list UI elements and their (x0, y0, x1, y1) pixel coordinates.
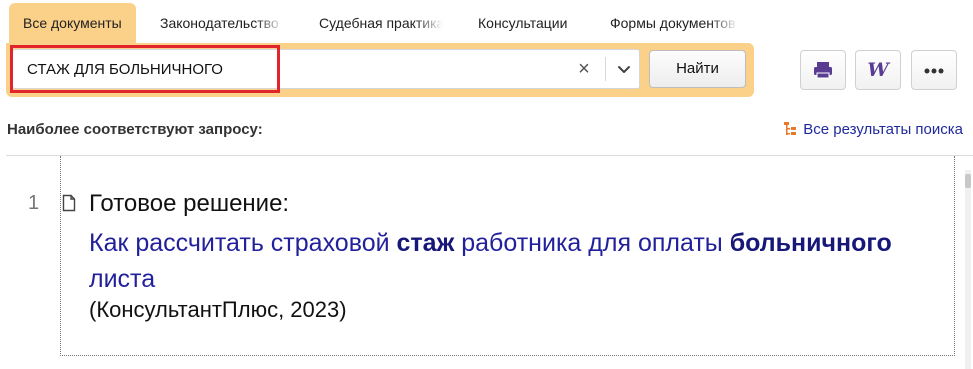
close-icon: × (578, 58, 590, 80)
more-button[interactable] (911, 50, 957, 90)
result-number: 1 (28, 192, 40, 214)
title-part-match: больничного (729, 229, 892, 257)
search-panel: × Найти (6, 43, 754, 97)
document-icon (62, 194, 76, 212)
clear-search-button[interactable]: × (573, 58, 595, 80)
tab-document-forms[interactable]: Формы документов (610, 3, 738, 43)
result-title-link[interactable]: Как рассчитать страховой стаж работника … (89, 225, 909, 297)
search-history-dropdown[interactable] (613, 58, 635, 80)
find-button[interactable]: Найти (649, 50, 746, 88)
search-input[interactable] (27, 50, 567, 88)
scrollbar-thumb[interactable] (965, 174, 971, 188)
export-word-button[interactable]: W (855, 50, 901, 90)
word-icon: W (867, 59, 889, 81)
title-part: работника для оплаты (454, 229, 730, 257)
tree-list-icon (784, 122, 797, 135)
printer-icon (814, 62, 832, 79)
print-button[interactable] (800, 50, 846, 90)
tab-legislation[interactable]: Законодательство (160, 3, 284, 43)
tab-court-practice[interactable]: Судебная практика (319, 3, 443, 43)
chevron-down-icon (618, 66, 630, 73)
all-results-link[interactable]: Все результаты поиска (783, 121, 963, 138)
tab-consultations[interactable]: Консультации (478, 3, 567, 43)
title-part: Как рассчитать страховой (89, 229, 397, 257)
search-divider (605, 57, 606, 81)
result-type-label: Готовое решение: (89, 190, 290, 217)
result-source: (КонсультантПлюс, 2023) (89, 297, 347, 322)
title-part: листа (89, 265, 156, 293)
all-results-label: Все результаты поиска (803, 121, 963, 138)
tab-all-documents[interactable]: Все документы (9, 3, 136, 43)
more-icon (924, 68, 944, 74)
results-heading: Наиболее соответствуют запросу: (7, 121, 263, 138)
search-box: × (12, 49, 640, 89)
scrollbar[interactable] (965, 170, 971, 369)
title-part-match: стаж (396, 229, 455, 257)
